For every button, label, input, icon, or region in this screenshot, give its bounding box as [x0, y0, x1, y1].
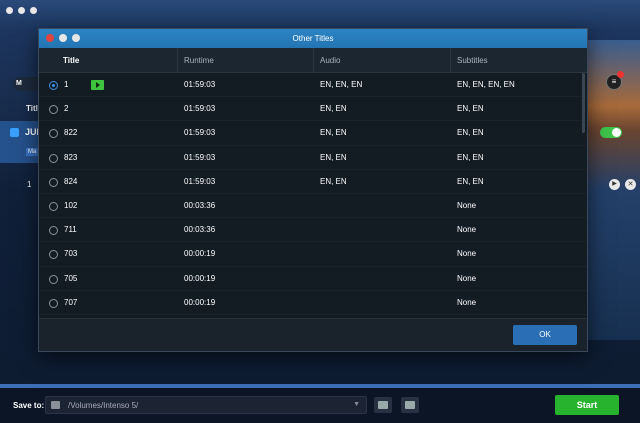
app-titlebar	[0, 0, 640, 28]
titles-table: Title Runtime Audio Subtitles 1 01:59:03 E…	[39, 48, 587, 318]
cell-runtime: 00:03:36	[184, 200, 216, 210]
cell-runtime: 00:00:19	[184, 249, 216, 259]
table-row[interactable]: 707 00:00:19 None	[39, 291, 587, 315]
cell-title: 822	[64, 128, 78, 138]
window-close-button[interactable]	[6, 7, 13, 14]
table-row[interactable]: 711 00:03:36 None	[39, 218, 587, 243]
enable-toggle[interactable]	[600, 127, 622, 138]
remove-icon[interactable]: ✕	[625, 179, 636, 190]
start-button[interactable]: Start	[555, 395, 619, 415]
dialog-title: Other Titles	[292, 34, 334, 43]
ok-button[interactable]: OK	[513, 325, 577, 345]
save-to-label: Save to:	[13, 401, 45, 410]
row-number: 1	[27, 180, 32, 189]
cell-runtime: 00:00:19	[184, 297, 216, 307]
title-radio-button[interactable]	[49, 298, 58, 308]
cell-title: 102	[64, 200, 78, 210]
cell-runtime: 01:59:03	[184, 176, 216, 186]
table-row[interactable]: 1 01:59:03 EN, EN, EN EN, EN, EN, EN	[39, 73, 587, 98]
disc-tag: Ma	[26, 148, 39, 156]
add-source-label: M	[16, 80, 22, 87]
play-icon[interactable]: ▶	[609, 179, 620, 190]
title-radio-button[interactable]	[49, 250, 58, 260]
window-minimize-button[interactable]	[18, 7, 25, 14]
title-radio-button[interactable]	[49, 177, 58, 187]
cell-subtitles: None	[457, 273, 477, 283]
settings-folder-button[interactable]	[401, 397, 419, 413]
column-header-runtime[interactable]: Runtime	[177, 48, 313, 73]
table-row[interactable]: 824 01:59:03 EN, EN EN, EN	[39, 170, 587, 194]
cell-audio: EN, EN	[320, 152, 347, 162]
title-radio-button[interactable]	[49, 274, 58, 284]
column-header-audio[interactable]: Audio	[313, 48, 450, 73]
cell-subtitles: EN, EN	[457, 128, 484, 138]
title-radio-button[interactable]	[49, 226, 58, 236]
table-row[interactable]: 2 01:59:03 EN, EN EN, EN	[39, 97, 587, 122]
table-row[interactable]: 823 01:59:03 EN, EN EN, EN	[39, 146, 587, 170]
cell-audio: EN, EN	[320, 128, 347, 138]
cell-subtitles: None	[457, 249, 477, 259]
folder-settings-icon	[405, 401, 415, 409]
cell-subtitles: None	[457, 200, 477, 210]
cell-title: 824	[64, 176, 78, 186]
title-radio-button[interactable]	[49, 201, 58, 211]
table-row[interactable]: 705 00:00:19 None	[39, 267, 587, 291]
column-header-title[interactable]: Title	[57, 48, 177, 73]
cell-title: 705	[64, 273, 78, 283]
cell-subtitles: EN, EN	[457, 104, 484, 114]
other-titles-dialog: Other Titles Title Runtime Audio Subtitl…	[38, 28, 588, 352]
title-radio-button[interactable]	[49, 81, 58, 90]
disc-checkbox[interactable]	[10, 128, 19, 137]
window-zoom-button[interactable]	[30, 7, 37, 14]
dialog-footer: OK	[39, 318, 587, 351]
cell-audio: EN, EN, EN	[320, 80, 363, 89]
cell-subtitles: None	[457, 297, 477, 307]
cell-subtitles: EN, EN, EN, EN	[457, 80, 515, 89]
folder-icon	[51, 401, 60, 409]
cell-title: 823	[64, 152, 78, 162]
cell-title: 1	[64, 80, 69, 89]
cell-title: 711	[64, 225, 77, 235]
play-preview-icon[interactable]	[91, 80, 104, 90]
title-radio-button[interactable]	[49, 105, 58, 115]
cell-runtime: 01:59:03	[184, 104, 216, 114]
chevron-down-icon[interactable]: ▼	[353, 401, 360, 408]
cell-subtitles: None	[457, 225, 477, 235]
cell-subtitles: EN, EN	[457, 152, 484, 162]
table-row[interactable]: 703 00:00:19 None	[39, 242, 587, 267]
table-body: 1 01:59:03 EN, EN, EN EN, EN, EN, EN 2 01:59:…	[39, 73, 587, 315]
browse-folder-button[interactable]	[374, 397, 392, 413]
title-radio-button[interactable]	[49, 129, 58, 139]
cell-runtime: 01:59:03	[184, 128, 216, 138]
cell-runtime: 01:59:03	[184, 80, 216, 89]
table-header: Title Runtime Audio Subtitles	[39, 48, 587, 73]
table-row[interactable]: 822 01:59:03 EN, EN EN, EN	[39, 121, 587, 146]
list-count-badge	[617, 71, 624, 78]
folder-icon	[378, 401, 388, 409]
table-row[interactable]: 102 00:03:36 None	[39, 194, 587, 219]
cell-runtime: 00:00:19	[184, 273, 216, 283]
cell-audio: EN, EN	[320, 104, 347, 114]
cell-title: 707	[64, 297, 78, 307]
save-path-field[interactable]: /Volumes/Intenso 5/ ▼	[45, 396, 367, 414]
scrollbar[interactable]	[582, 73, 585, 133]
save-path-value: /Volumes/Intenso 5/	[68, 401, 139, 410]
cell-title: 2	[64, 104, 69, 114]
cell-subtitles: EN, EN	[457, 176, 484, 186]
title-radio-button[interactable]	[49, 153, 58, 163]
cell-audio: EN, EN	[320, 176, 347, 186]
column-header-subtitles[interactable]: Subtitles	[450, 48, 587, 73]
cell-title: 703	[64, 249, 78, 259]
cell-runtime: 01:59:03	[184, 152, 216, 162]
dialog-titlebar: Other Titles	[39, 29, 587, 48]
cell-runtime: 00:03:36	[184, 225, 216, 235]
